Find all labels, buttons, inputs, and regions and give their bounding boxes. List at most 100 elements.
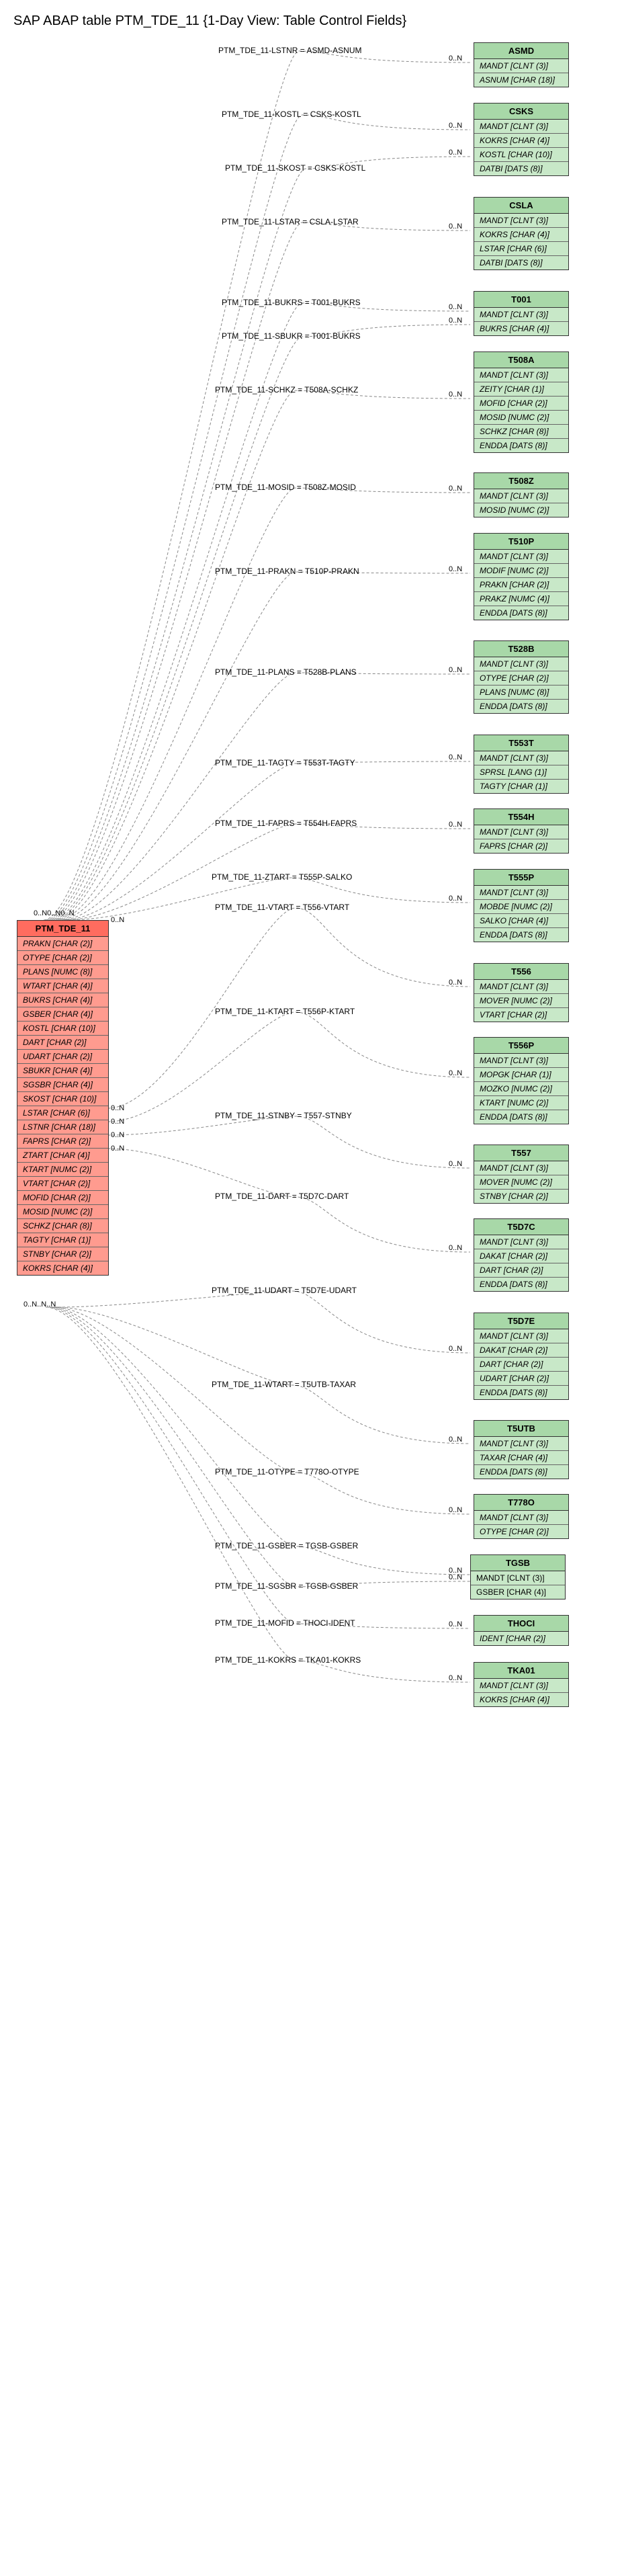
table-field: MANDT [CLNT (3)]: [474, 1161, 568, 1175]
table-field: DAKAT [CHAR (2)]: [474, 1343, 568, 1358]
relation-label: PTM_TDE_11-PLANS = T528B-PLANS: [215, 667, 357, 677]
table-field: DATBI [DATS (8)]: [474, 162, 568, 175]
table-field: GSBER [CHAR (4)]: [17, 1007, 108, 1022]
table-field: SPRSL [LANG (1)]: [474, 765, 568, 780]
target-table-t5utb: T5UTBMANDT [CLNT (3)]TAXAR [CHAR (4)]END…: [474, 1420, 569, 1479]
relation-label: PTM_TDE_11-BUKRS = T001-BUKRS: [222, 298, 361, 307]
relation-label: PTM_TDE_11-VTART = T556-VTART: [215, 903, 349, 912]
cardinality-label: 0..N: [449, 666, 462, 674]
table-field: MANDT [CLNT (3)]: [474, 980, 568, 994]
table-field: ENDDA [DATS (8)]: [474, 700, 568, 713]
table-field: MANDT [CLNT (3)]: [474, 1511, 568, 1525]
target-table-t556: T556MANDT [CLNT (3)]MOVER [NUMC (2)]VTAR…: [474, 963, 569, 1022]
table-field: MANDT [CLNT (3)]: [474, 1437, 568, 1451]
table-field: IDENT [CHAR (2)]: [474, 1632, 568, 1645]
cardinality-label: 0..N: [449, 1244, 462, 1252]
target-table-t556p: T556PMANDT [CLNT (3)]MOPGK [CHAR (1)]MOZ…: [474, 1037, 569, 1124]
table-field: ASNUM [CHAR (18)]: [474, 73, 568, 87]
table-field: OTYPE [CHAR (2)]: [474, 1525, 568, 1538]
table-field: KTART [NUMC (2)]: [17, 1163, 108, 1177]
table-header: T5UTB: [474, 1421, 568, 1437]
table-field: MANDT [CLNT (3)]: [474, 550, 568, 564]
table-header: T553T: [474, 735, 568, 751]
cardinality-label: 0..N: [111, 1104, 124, 1112]
table-field: MOFID [CHAR (2)]: [17, 1191, 108, 1205]
table-field: PRAKZ [NUMC (4)]: [474, 592, 568, 606]
relation-label: PTM_TDE_11-SCHKZ = T508A-SCHKZ: [215, 385, 358, 394]
table-field: TAGTY [CHAR (1)]: [474, 780, 568, 793]
relation-label: PTM_TDE_11-LSTNR = ASMD-ASNUM: [218, 46, 362, 55]
target-table-t554h: T554HMANDT [CLNT (3)]FAPRS [CHAR (2)]: [474, 808, 569, 854]
cardinality-label: 0..N: [449, 485, 462, 493]
er-diagram: PTM_TDE_11PRAKN [CHAR (2)]OTYPE [CHAR (2…: [13, 36, 611, 2563]
table-field: MANDT [CLNT (3)]: [474, 657, 568, 671]
table-header: T510P: [474, 534, 568, 550]
table-field: ENDDA [DATS (8)]: [474, 606, 568, 620]
relation-label: PTM_TDE_11-STNBY = T557-STNBY: [215, 1111, 352, 1120]
table-header: T556: [474, 964, 568, 980]
table-field: LSTNR [CHAR (18)]: [17, 1120, 108, 1134]
table-field: OTYPE [CHAR (2)]: [474, 671, 568, 685]
table-field: ZTART [CHAR (4)]: [17, 1149, 108, 1163]
target-table-t001: T001MANDT [CLNT (3)]BUKRS [CHAR (4)]: [474, 291, 569, 336]
table-header: T508Z: [474, 473, 568, 489]
table-field: MOZKO [NUMC (2)]: [474, 1082, 568, 1096]
table-field: VTART [CHAR (2)]: [474, 1008, 568, 1022]
table-field: STNBY [CHAR (2)]: [17, 1247, 108, 1261]
table-field: MOVER [NUMC (2)]: [474, 1175, 568, 1190]
table-header: T556P: [474, 1038, 568, 1054]
table-field: MANDT [CLNT (3)]: [474, 825, 568, 839]
table-header: TGSB: [471, 1555, 565, 1571]
target-table-t508a: T508AMANDT [CLNT (3)]ZEITY [CHAR (1)]MOF…: [474, 351, 569, 453]
table-field: SCHKZ [CHAR (8)]: [17, 1219, 108, 1233]
table-field: ZEITY [CHAR (1)]: [474, 382, 568, 397]
cardinality-label: 0..N: [449, 979, 462, 987]
cardinality-label: 0..N: [449, 1160, 462, 1168]
table-field: ENDDA [DATS (8)]: [474, 928, 568, 942]
table-field: FAPRS [CHAR (2)]: [474, 839, 568, 853]
table-header: T508A: [474, 352, 568, 368]
cardinality-label: 0..N: [111, 1145, 124, 1153]
target-table-t553t: T553TMANDT [CLNT (3)]SPRSL [LANG (1)]TAG…: [474, 735, 569, 794]
table-field: MANDT [CLNT (3)]: [474, 1054, 568, 1068]
table-field: PLANS [NUMC (8)]: [17, 965, 108, 979]
table-field: BUKRS [CHAR (4)]: [474, 322, 568, 335]
table-field: MANDT [CLNT (3)]: [474, 1329, 568, 1343]
cardinality-label: 0..N: [449, 122, 462, 130]
cardinality-label: 0..N: [449, 753, 462, 761]
card-label: 0..N..N..N: [24, 1300, 56, 1308]
card-label: 0..N0..N0..N: [34, 909, 75, 917]
page-title: SAP ABAP table PTM_TDE_11 {1-Day View: T…: [13, 13, 624, 29]
table-field: PRAKN [CHAR (2)]: [474, 578, 568, 592]
table-field: GSBER [CHAR (4)]: [471, 1585, 565, 1599]
relation-label: PTM_TDE_11-KOKRS = TKA01-KOKRS: [215, 1655, 361, 1665]
cardinality-label: 0..N: [449, 303, 462, 311]
table-field: KOKRS [CHAR (4)]: [17, 1261, 108, 1275]
table-field: FAPRS [CHAR (2)]: [17, 1134, 108, 1149]
table-field: MANDT [CLNT (3)]: [474, 1679, 568, 1693]
relation-label: PTM_TDE_11-SBUKR = T001-BUKRS: [222, 331, 361, 341]
table-field: SGSBR [CHAR (4)]: [17, 1078, 108, 1092]
cardinality-label: 0..N: [449, 390, 462, 399]
table-field: SKOST [CHAR (10)]: [17, 1092, 108, 1106]
target-table-t5d7e: T5D7EMANDT [CLNT (3)]DAKAT [CHAR (2)]DAR…: [474, 1313, 569, 1400]
relation-label: PTM_TDE_11-OTYPE = T778O-OTYPE: [215, 1467, 359, 1477]
cardinality-label: 0..N: [449, 149, 462, 157]
table-field: ENDDA [DATS (8)]: [474, 1465, 568, 1479]
target-table-csla: CSLAMANDT [CLNT (3)]KOKRS [CHAR (4)]LSTA…: [474, 197, 569, 270]
relation-label: PTM_TDE_11-ZTART = T555P-SALKO: [212, 872, 352, 882]
table-header: TKA01: [474, 1663, 568, 1679]
table-header: T528B: [474, 641, 568, 657]
relation-label: PTM_TDE_11-UDART = T5D7E-UDART: [212, 1286, 357, 1295]
table-header: CSLA: [474, 198, 568, 214]
table-field: STNBY [CHAR (2)]: [474, 1190, 568, 1203]
table-field: ENDDA [DATS (8)]: [474, 1110, 568, 1124]
cardinality-label: 0..N: [449, 1573, 462, 1581]
table-field: DAKAT [CHAR (2)]: [474, 1249, 568, 1263]
table-field: UDART [CHAR (2)]: [474, 1372, 568, 1386]
target-table-tka01: TKA01MANDT [CLNT (3)]KOKRS [CHAR (4)]: [474, 1662, 569, 1707]
table-field: KOKRS [CHAR (4)]: [474, 1693, 568, 1706]
table-header: THOCI: [474, 1616, 568, 1632]
table-field: KOKRS [CHAR (4)]: [474, 228, 568, 242]
table-field: DART [CHAR (2)]: [474, 1263, 568, 1278]
